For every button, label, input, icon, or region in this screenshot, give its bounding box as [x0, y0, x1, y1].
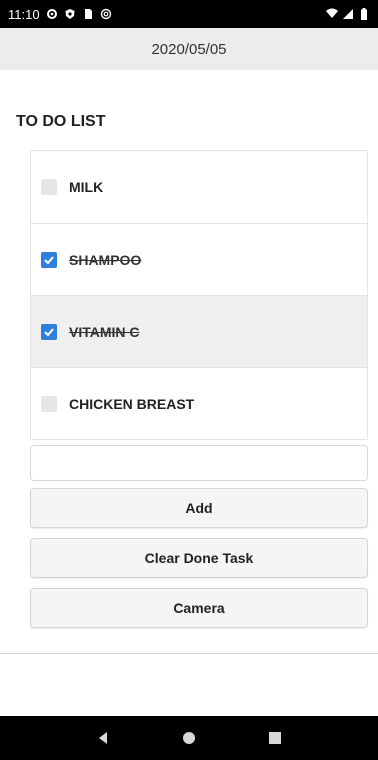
todo-list: MILK SHAMPOO VITAMIN C CHICKEN BREAST	[30, 150, 368, 440]
home-icon[interactable]	[177, 726, 201, 750]
divider	[0, 653, 378, 654]
app-header: 2020/05/05	[0, 28, 378, 70]
todo-label: MILK	[69, 179, 104, 195]
checkmark-icon	[44, 255, 54, 264]
battery-icon	[358, 8, 370, 20]
todo-label: CHICKEN BREAST	[69, 395, 195, 412]
wifi-icon	[326, 8, 338, 20]
signal-icon	[342, 8, 354, 20]
add-button[interactable]: Add	[30, 488, 368, 528]
shield-icon	[64, 8, 76, 20]
todo-label: VITAMIN C	[69, 323, 140, 340]
todo-item-vitamin-c[interactable]: VITAMIN C	[31, 295, 367, 367]
checkbox-checked[interactable]	[41, 251, 57, 268]
list-title: TO DO LIST	[16, 113, 106, 130]
todo-item-shampoo[interactable]: SHAMPOO	[31, 223, 367, 295]
todo-item-milk[interactable]: MILK	[31, 151, 367, 223]
recents-icon[interactable]	[263, 726, 287, 750]
checkmark-icon	[44, 327, 54, 336]
settings-icon	[46, 8, 58, 20]
header-date: 2020/05/05	[151, 40, 227, 58]
at-sign-icon	[100, 8, 112, 20]
back-icon[interactable]	[91, 726, 115, 750]
navigation-bar	[0, 716, 378, 760]
task-input[interactable]	[30, 445, 368, 481]
checkbox-checked[interactable]	[41, 323, 57, 340]
todo-item-chicken-breast[interactable]: CHICKEN BREAST	[31, 367, 367, 439]
status-time: 11:10	[8, 6, 40, 22]
checkbox-unchecked[interactable]	[41, 179, 57, 195]
todo-label: SHAMPOO	[69, 251, 142, 268]
clear-done-task-button[interactable]: Clear Done Task	[30, 538, 368, 578]
sim-card-icon	[82, 8, 94, 20]
camera-button[interactable]: Camera	[30, 588, 368, 628]
status-bar: 11:10	[0, 0, 378, 28]
checkbox-unchecked[interactable]	[41, 395, 57, 412]
